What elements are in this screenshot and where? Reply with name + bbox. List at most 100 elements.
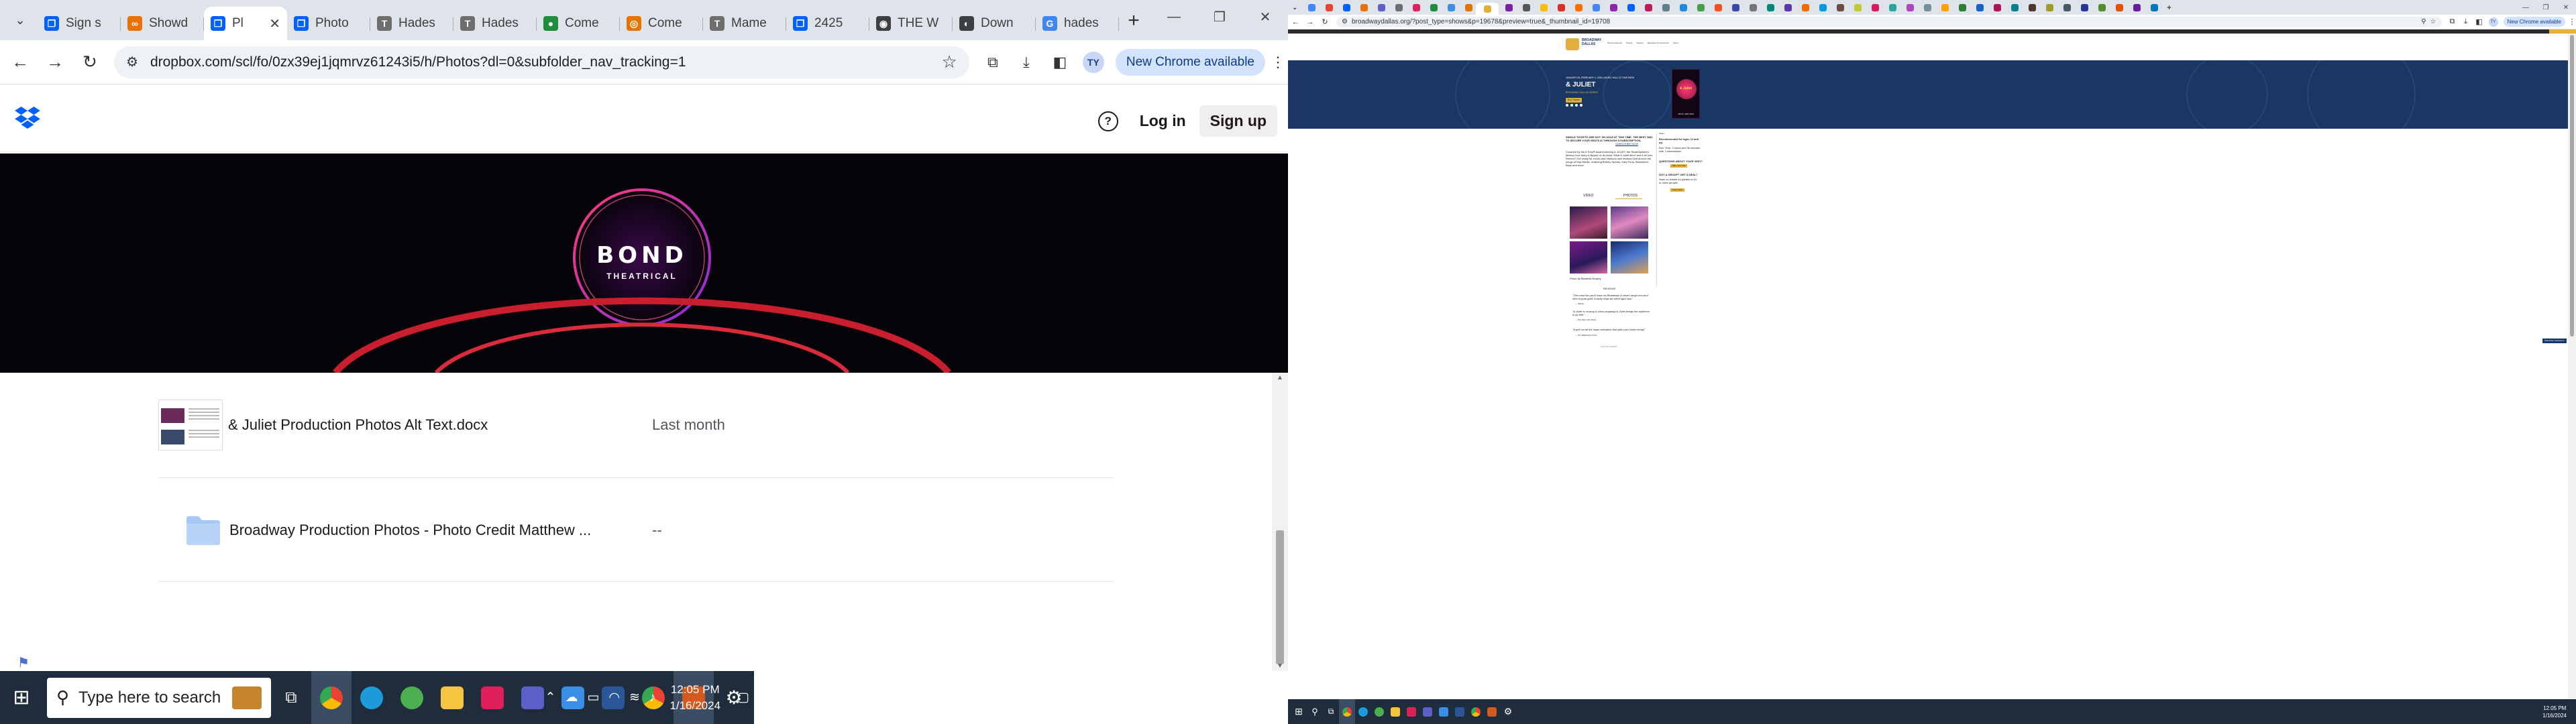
extensions-icon[interactable]: ⧉ bbox=[2446, 17, 2459, 26]
restore-icon[interactable]: ❐ bbox=[1197, 0, 1242, 34]
browser-tab[interactable]: ❐ 2425 bbox=[786, 7, 869, 40]
nav-link[interactable]: Support bbox=[1636, 42, 1644, 44]
browser-tab[interactable]: ❐ Pl ✕ bbox=[204, 7, 287, 40]
file-explorer-icon[interactable] bbox=[1387, 699, 1403, 724]
browser-tab[interactable] bbox=[1627, 3, 1635, 11]
browser-tab[interactable]: ◎ Come bbox=[620, 7, 703, 40]
bookmark-star-icon[interactable]: ☆ bbox=[2430, 18, 2436, 25]
chrome2-taskbar-icon[interactable] bbox=[1468, 699, 1484, 724]
zoom-icon[interactable]: ⚲ bbox=[2421, 18, 2426, 25]
chrome-taskbar-icon[interactable] bbox=[311, 671, 352, 724]
browser-tab[interactable]: T Mame bbox=[703, 7, 786, 40]
subscribe-link[interactable]: SUBSCRIBE NOW bbox=[1615, 142, 1638, 145]
buy-tickets-button[interactable]: Buy Tickets bbox=[1566, 98, 1582, 103]
browser-tab[interactable] bbox=[1645, 3, 1652, 11]
browser-tab[interactable] bbox=[1837, 3, 1844, 11]
close-window-icon[interactable]: ✕ bbox=[1242, 0, 1288, 34]
close-tab-icon[interactable]: ✕ bbox=[269, 15, 280, 32]
browser-tab-active[interactable] bbox=[1476, 3, 1499, 15]
reload-icon[interactable]: ↻ bbox=[1318, 17, 1332, 26]
battery-icon[interactable]: ▭ bbox=[587, 690, 599, 705]
chrome-menu-icon[interactable]: ⋮ bbox=[2568, 17, 2576, 26]
browser-tab[interactable] bbox=[1360, 3, 1368, 11]
edge-alt-taskbar-icon[interactable] bbox=[392, 671, 432, 724]
browser-tab[interactable] bbox=[1343, 3, 1350, 11]
browser-tab[interactable] bbox=[1819, 3, 1827, 11]
site-info-icon[interactable]: ⚙ bbox=[1342, 18, 1348, 25]
settings-taskbar-icon[interactable]: ⚙ bbox=[1500, 699, 1516, 724]
browser-tab[interactable] bbox=[1994, 3, 2001, 11]
browser-tab[interactable] bbox=[1326, 3, 1333, 11]
task-view-icon[interactable]: ⧉ bbox=[1323, 699, 1339, 724]
forward-icon[interactable]: → bbox=[38, 45, 72, 80]
edge-taskbar-icon[interactable] bbox=[352, 671, 392, 724]
nav-link[interactable]: Tickets bbox=[1626, 42, 1632, 44]
start-windows-icon[interactable]: ⊞ bbox=[0, 671, 43, 724]
taskbar-search[interactable]: ⚲ Type here to search bbox=[47, 677, 271, 718]
chat-assistance-button[interactable]: Subscriber Assistance bbox=[2542, 339, 2567, 343]
browser-tab[interactable] bbox=[1430, 3, 1438, 11]
browser-tab[interactable]: ❐ Photo bbox=[287, 7, 370, 40]
gallery-photo[interactable] bbox=[1570, 206, 1607, 239]
browser-tab[interactable] bbox=[1610, 3, 1617, 11]
notification-icon[interactable]: ▢ bbox=[737, 690, 749, 705]
browser-tab[interactable] bbox=[1784, 3, 1792, 11]
task-view-icon[interactable]: ⧉ bbox=[271, 671, 311, 724]
file-row-folder[interactable]: Broadway Production Photos - Photo Credi… bbox=[158, 490, 1114, 570]
browser-tab[interactable] bbox=[2063, 3, 2071, 11]
close-window-icon[interactable]: ✕ bbox=[2556, 4, 2576, 11]
browser-tab[interactable]: T Hades bbox=[453, 7, 537, 40]
site-info-icon[interactable]: ⚙ bbox=[126, 54, 138, 70]
edge-alt-taskbar-icon[interactable] bbox=[1371, 699, 1387, 724]
dropbox-logo-icon[interactable] bbox=[15, 107, 40, 129]
browser-tab[interactable] bbox=[1378, 3, 1385, 11]
tab-search-button[interactable]: ⌄ bbox=[1292, 4, 1301, 11]
instagram-icon[interactable] bbox=[1575, 104, 1578, 107]
browser-tab[interactable] bbox=[1697, 3, 1705, 11]
browser-tab[interactable] bbox=[1715, 3, 1722, 11]
new-tab-button[interactable]: + bbox=[1119, 9, 1148, 32]
edge-taskbar-icon[interactable] bbox=[1355, 699, 1371, 724]
browser-tab[interactable] bbox=[1802, 3, 1809, 11]
browser-tab[interactable] bbox=[1976, 3, 1984, 11]
browser-tab[interactable]: ◉ THE W bbox=[869, 7, 953, 40]
browser-tab[interactable] bbox=[1662, 3, 1670, 11]
search-icon[interactable]: ⚲ bbox=[1307, 699, 1323, 724]
page-scrollbar-right[interactable] bbox=[2568, 34, 2576, 699]
signup-button[interactable]: Sign up bbox=[1199, 105, 1277, 137]
browser-tab[interactable]: ● Come bbox=[537, 7, 620, 40]
browser-tab[interactable]: ∞ Showd bbox=[121, 7, 204, 40]
profile-avatar[interactable]: TY bbox=[2488, 17, 2498, 27]
browser-tab[interactable] bbox=[2081, 3, 2088, 11]
volume-icon[interactable]: ♪ bbox=[649, 690, 656, 705]
start-windows-icon[interactable]: ⊞ bbox=[1291, 699, 1307, 724]
browser-tab[interactable] bbox=[1732, 3, 1739, 11]
tiktok-icon[interactable] bbox=[1580, 104, 1582, 107]
taskbar-clock-right[interactable]: 12:05 PM 1/16/2024 bbox=[2542, 705, 2567, 719]
onedrive-icon[interactable]: ☁ bbox=[565, 690, 578, 705]
gallery-photo[interactable] bbox=[1611, 206, 1648, 239]
browser-tab[interactable] bbox=[2011, 3, 2019, 11]
browser-tab[interactable] bbox=[2151, 3, 2158, 11]
browser-tab[interactable] bbox=[2029, 3, 2036, 11]
back-icon[interactable]: ← bbox=[1288, 18, 1303, 26]
browser-tab[interactable] bbox=[2098, 3, 2106, 11]
browser-tab[interactable] bbox=[1540, 3, 1548, 11]
browser-tab[interactable]: ◐ Down bbox=[953, 7, 1036, 40]
browser-tab[interactable] bbox=[2133, 3, 2141, 11]
browser-tab[interactable] bbox=[1448, 3, 1455, 11]
wifi-icon[interactable]: ≋ bbox=[629, 690, 640, 705]
browser-tab[interactable] bbox=[1505, 3, 1513, 11]
browser-tab[interactable] bbox=[2116, 3, 2123, 11]
downloads-icon[interactable]: ⤓ bbox=[1010, 46, 1043, 79]
login-button[interactable]: Log in bbox=[1133, 108, 1193, 134]
browser-tab[interactable] bbox=[1959, 3, 1966, 11]
browser-tab[interactable] bbox=[1465, 3, 1472, 11]
broadway-dallas-logo-icon[interactable] bbox=[1566, 38, 1579, 50]
chrome-menu-icon[interactable]: ⋮ bbox=[1268, 54, 1288, 71]
plan-visit-button[interactable]: Plan Your Visit bbox=[1670, 164, 1688, 168]
browser-tab[interactable] bbox=[1680, 3, 1687, 11]
scrollbar-thumb[interactable] bbox=[1276, 530, 1284, 664]
browser-tab[interactable] bbox=[1395, 3, 1403, 11]
browser-tab[interactable] bbox=[1593, 3, 1600, 11]
